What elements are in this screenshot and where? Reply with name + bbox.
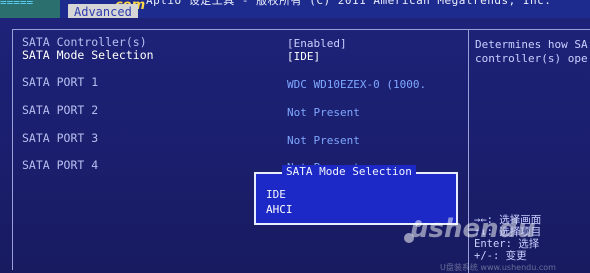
- popup-title: SATA Mode Selection: [282, 165, 416, 178]
- key-hint: Enter: 选择: [474, 238, 540, 250]
- tab-advanced[interactable]: Advanced: [68, 4, 138, 18]
- setting-label-sata-port-4: SATA PORT 4: [22, 158, 99, 172]
- help-text: Determines how SA controller(s) ope: [475, 38, 588, 65]
- title-bar: ===== .com Aptio 设定工具 - 版权所有 (C) 2011 Am…: [0, 0, 590, 18]
- key-legend: →←: 选择画面 ↑↓: 选择项目 Enter: 选择 +/-: 变更: [474, 214, 590, 262]
- bios-screen: ===== .com Aptio 设定工具 - 版权所有 (C) 2011 Am…: [0, 0, 590, 273]
- setting-label-sata-port-2: SATA PORT 2: [22, 103, 99, 117]
- setting-label-sata-controllers[interactable]: SATA Controller(s): [22, 35, 147, 49]
- setting-value-sata-port-3: Not Present: [287, 134, 360, 147]
- bios-title: Aptio 设定工具 - 版权所有 (C) 2011 American Mega…: [146, 0, 552, 7]
- setting-value-sata-port-1: WDC WD10EZEX-0 (1000.: [287, 78, 427, 91]
- watermark-subtitle: U盘装系统 www.ushendu.com: [440, 263, 556, 272]
- key-hint: +/-: 变更: [474, 250, 527, 262]
- key-hint: ↑↓: 选择项目: [474, 226, 542, 238]
- key-hint: →←: 选择画面: [474, 214, 542, 226]
- popup-option-ahci[interactable]: AHCI: [266, 203, 293, 216]
- popup-option-ide[interactable]: IDE: [266, 188, 286, 201]
- settings-panel: [12, 29, 468, 270]
- setting-value-sata-mode[interactable]: [IDE]: [287, 50, 320, 63]
- setting-label-sata-port-3: SATA PORT 3: [22, 131, 99, 145]
- setting-value-sata-controllers[interactable]: [Enabled]: [287, 37, 347, 50]
- logo-fragment: =====: [0, 0, 34, 9]
- setting-label-sata-mode[interactable]: SATA Mode Selection: [22, 48, 154, 62]
- setting-label-sata-port-1: SATA PORT 1: [22, 75, 99, 89]
- logo-strip: =====: [0, 0, 60, 18]
- setting-value-sata-port-2: Not Present: [287, 106, 360, 119]
